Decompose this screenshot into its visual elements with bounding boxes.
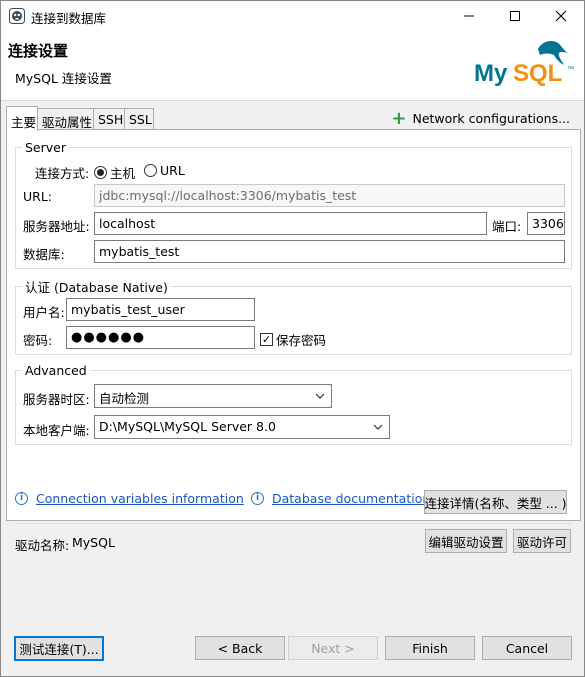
close-icon <box>555 10 567 22</box>
radio-host[interactable]: 主机 <box>94 163 135 182</box>
close-button[interactable] <box>538 1 584 31</box>
driver-name-value: MySQL <box>72 535 115 550</box>
separator <box>15 523 571 524</box>
back-button[interactable]: < Back <box>195 636 285 660</box>
host-input[interactable]: localhost <box>94 212 487 235</box>
host-label: 服务器地址: <box>23 219 90 234</box>
database-documentation-link[interactable]: Database documentation <box>272 491 430 506</box>
minimize-icon <box>464 15 474 17</box>
connect-dialog: 连接到数据库 连接设置 MySQL 连接设置 My SQL ™ 主要 驱动属性 … <box>0 0 585 677</box>
url-label: URL: <box>23 189 53 204</box>
next-button[interactable]: Next > <box>288 636 378 660</box>
username-input[interactable]: mybatis_test_user <box>66 298 255 321</box>
password-input[interactable]: ●●●●●● <box>66 326 255 349</box>
title-bar: 连接到数据库 <box>1 1 584 31</box>
port-label: 端口: <box>492 219 522 234</box>
finish-button[interactable]: Finish <box>385 636 475 660</box>
connection-variables-link[interactable]: Connection variables information <box>36 491 244 506</box>
logo-text-my: My <box>474 60 508 87</box>
maximize-button[interactable] <box>492 1 538 31</box>
database-label: 数据库: <box>23 247 65 262</box>
page-title: 连接设置 <box>8 42 69 60</box>
logo-trademark: ™ <box>567 66 574 73</box>
server-legend: Server <box>25 140 66 155</box>
local-client-label: 本地客户端: <box>23 423 90 438</box>
password-label: 密码: <box>23 333 53 348</box>
logo-text-sql: SQL <box>513 60 562 87</box>
save-password-checkbox[interactable]: ✓ 保存密码 <box>260 330 326 349</box>
timezone-label: 服务器时区: <box>23 392 90 407</box>
tab-main[interactable]: 主要 <box>6 106 38 131</box>
chevron-down-icon <box>373 424 383 430</box>
local-client-select[interactable]: D:\MySQL\MySQL Server 8.0 <box>94 415 390 439</box>
page-subtitle: MySQL 连接设置 <box>15 71 112 86</box>
driver-name-label: 驱动名称: <box>15 538 70 553</box>
tab-ssl[interactable]: SSL <box>124 108 154 130</box>
tab-ssh[interactable]: SSH <box>93 108 125 130</box>
connection-variables-link-row: i Connection variables information <box>15 491 244 506</box>
cancel-button[interactable]: Cancel <box>482 636 572 660</box>
database-documentation-link-row: i Database documentation <box>251 491 430 506</box>
tab-driver-properties[interactable]: 驱动属性 <box>37 108 94 130</box>
connection-details-button[interactable]: 连接详情(名称、类型 ... ) <box>424 490 567 514</box>
url-input[interactable]: jdbc:mysql://localhost:3306/mybatis_test <box>94 184 565 207</box>
network-configurations-button[interactable]: + Network configurations... <box>391 107 570 129</box>
advanced-legend: Advanced <box>25 363 87 378</box>
info-icon: i <box>15 492 28 505</box>
driver-license-button[interactable]: 驱动许可 <box>513 529 571 553</box>
minimize-button[interactable] <box>446 1 492 31</box>
timezone-select[interactable]: 自动检测 <box>94 384 332 408</box>
chevron-down-icon <box>315 393 325 399</box>
maximize-icon <box>510 11 520 21</box>
window-title: 连接到数据库 <box>31 11 107 26</box>
connect-mode-label: 连接方式: <box>35 166 90 181</box>
mysql-logo: My SQL ™ <box>474 41 574 87</box>
auth-legend: 认证 (Database Native) <box>25 280 168 295</box>
header-banner: 连接设置 MySQL 连接设置 My SQL ™ <box>1 31 584 101</box>
plus-icon: + <box>391 107 407 129</box>
dbeaver-app-icon <box>9 8 25 24</box>
port-input[interactable]: 3306 <box>527 212 565 235</box>
database-input[interactable]: mybatis_test <box>94 240 565 263</box>
username-label: 用户名: <box>23 305 65 320</box>
checkmark-icon: ✓ <box>260 333 273 346</box>
test-connection-button[interactable]: 测试连接(T)... <box>14 636 104 661</box>
radio-url[interactable]: URL <box>144 163 185 178</box>
edit-driver-settings-button[interactable]: 编辑驱动设置 <box>425 529 507 553</box>
info-icon: i <box>251 492 264 505</box>
